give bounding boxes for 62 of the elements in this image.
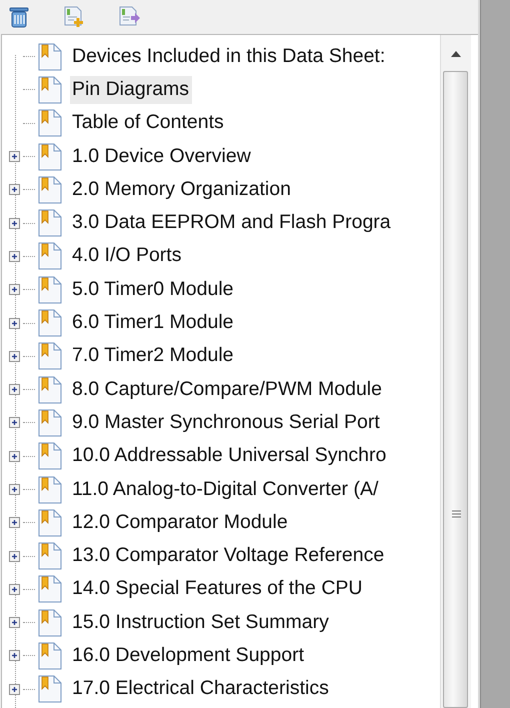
bookmark-item[interactable]: 15.0 Instruction Set Summary (70, 608, 332, 637)
bookmark-icon (38, 209, 62, 238)
bookmark-icon (38, 542, 62, 570)
bookmark-item[interactable]: 16.0 Development Support (70, 642, 307, 670)
bookmark-item[interactable]: Devices Included in this Data Sheet: (70, 42, 388, 71)
expand-toggle[interactable] (9, 450, 20, 462)
expand-toggle[interactable] (9, 151, 20, 162)
bookmark-icon (38, 242, 62, 270)
bookmark-item[interactable]: 12.0 Comparator Module (70, 508, 291, 537)
bookmark-item[interactable]: 3.0 Data EEPROM and Flash Progra (70, 209, 394, 238)
bookmark-item[interactable]: 8.0 Capture/Compare/PWM Module (70, 376, 385, 404)
expand-toggle[interactable] (9, 650, 20, 662)
expand-toggle[interactable] (9, 550, 20, 562)
bookmark-icon (38, 109, 62, 138)
expand-toggle[interactable] (9, 250, 20, 262)
expand-toggle[interactable] (9, 350, 20, 362)
page-arrow-icon[interactable] (118, 6, 140, 28)
bookmark-item[interactable]: 11.0 Analog-to-Digital Converter (A/ (70, 476, 382, 504)
bookmark-item[interactable]: 17.0 Electrical Characteristics (70, 675, 332, 704)
bookmark-item[interactable]: 9.0 Master Synchronous Serial Port (70, 408, 383, 437)
bookmark-icon (38, 142, 62, 171)
bookmark-icon (38, 176, 62, 204)
bookmark-icon (38, 675, 62, 704)
bookmark-item[interactable]: 7.0 Timer2 Module (70, 342, 236, 370)
bookmark-item[interactable]: 5.0 Timer0 Module (70, 276, 236, 304)
bookmark-item[interactable]: 6.0 Timer1 Module (70, 309, 236, 338)
bookmark-item[interactable]: 4.0 I/O Ports (70, 242, 184, 270)
trash-icon[interactable] (8, 6, 30, 28)
bookmark-icon (38, 508, 62, 537)
bookmark-icon (38, 642, 62, 670)
bookmark-item[interactable]: 1.0 Device Overview (70, 142, 254, 171)
scrollbar-thumb[interactable] (443, 71, 468, 708)
bookmark-icon (38, 42, 62, 71)
expand-toggle[interactable] (9, 684, 20, 695)
bookmark-item[interactable]: Table of Contents (70, 109, 227, 138)
expand-toggle[interactable] (9, 417, 20, 428)
bookmark-icon (38, 342, 62, 370)
expand-toggle[interactable] (9, 484, 20, 495)
bookmark-item[interactable]: 2.0 Memory Organization (70, 176, 294, 204)
bookmark-item[interactable]: 10.0 Addressable Universal Synchro (70, 442, 390, 470)
bookmark-icon (38, 476, 62, 504)
expand-toggle[interactable] (9, 584, 20, 595)
expand-toggle[interactable] (9, 218, 20, 229)
bookmark-icon (38, 76, 62, 104)
expand-toggle[interactable] (9, 517, 20, 528)
bookmark-icon (38, 309, 62, 338)
bookmark-icon (38, 276, 62, 304)
bookmark-item[interactable]: 14.0 Special Features of the CPU (70, 575, 366, 604)
expand-toggle[interactable] (9, 617, 20, 628)
grip-icon (452, 510, 461, 518)
bookmark-item[interactable]: 13.0 Comparator Voltage Reference (70, 542, 388, 570)
expand-toggle[interactable] (9, 184, 20, 196)
bookmark-icon (38, 575, 62, 604)
bookmark-item[interactable]: Pin Diagrams (70, 76, 192, 104)
bookmark-icon (38, 442, 62, 470)
expand-toggle[interactable] (9, 284, 20, 296)
scroll-up-icon[interactable] (451, 51, 461, 57)
bookmark-icon (38, 408, 62, 437)
bookmark-icon (38, 608, 62, 637)
expand-toggle[interactable] (9, 318, 20, 329)
bookmark-icon (38, 376, 62, 404)
expand-toggle[interactable] (9, 384, 20, 396)
